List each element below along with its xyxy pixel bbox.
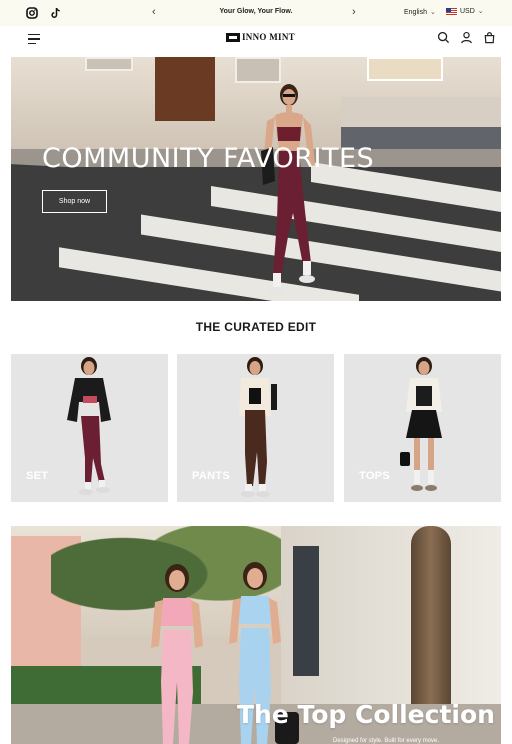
category-card-pants[interactable]: PANTS xyxy=(177,354,334,502)
shop-now-button[interactable]: Shop now xyxy=(42,190,107,213)
announcement-message: Your Glow, Your Flow. xyxy=(219,8,293,15)
category-card-tops[interactable]: TOPS xyxy=(344,354,501,502)
category-card-set[interactable]: SET xyxy=(11,354,168,502)
hero-model-image xyxy=(261,84,315,295)
banner-subtext: Designed for style. Built for every move… xyxy=(333,738,440,744)
menu-icon[interactable] xyxy=(28,34,40,45)
hero-headline: COMMUNITY FAVORITES xyxy=(42,143,375,174)
announcement-bar: ‹ Your Glow, Your Flow. › English ⌄ USD … xyxy=(0,0,512,26)
header-actions xyxy=(437,31,496,44)
set-model-image xyxy=(67,357,111,495)
tiktok-icon[interactable] xyxy=(50,7,62,19)
banner-headline: The Top Collection xyxy=(237,700,495,729)
account-icon[interactable] xyxy=(460,31,473,44)
curated-cards: SET PANTS TOPS xyxy=(11,354,501,502)
brand-name: INNO MINT xyxy=(242,32,295,42)
hero-banner[interactable]: COMMUNITY FAVORITES Shop now xyxy=(11,57,501,301)
language-label: English xyxy=(404,8,427,16)
category-label: SET xyxy=(26,470,49,482)
category-label: TOPS xyxy=(359,470,390,482)
chevron-down-icon: ⌄ xyxy=(477,8,484,15)
tops-model-image xyxy=(400,357,442,491)
brand-logo[interactable]: INNO MINT xyxy=(226,32,295,42)
search-icon[interactable] xyxy=(437,31,450,44)
currency-selector[interactable]: USD ⌄ xyxy=(446,7,484,15)
site-header: INNO MINT xyxy=(0,26,512,56)
category-label: PANTS xyxy=(192,470,230,482)
curated-section-title: THE CURATED EDIT xyxy=(195,320,317,334)
currency-label: USD xyxy=(460,7,475,15)
cart-icon[interactable] xyxy=(483,31,496,44)
us-flag-icon xyxy=(446,7,457,15)
announcement-next-button[interactable]: › xyxy=(352,6,356,18)
logo-mark xyxy=(226,32,240,42)
announcement-prev-button[interactable]: ‹ xyxy=(152,6,156,18)
top-collection-banner[interactable]: The Top Collection Designed for style. B… xyxy=(11,526,501,744)
social-links xyxy=(26,7,62,19)
language-selector[interactable]: English ⌄ xyxy=(404,8,436,17)
chevron-down-icon: ⌄ xyxy=(429,9,436,16)
instagram-icon[interactable] xyxy=(26,7,38,19)
